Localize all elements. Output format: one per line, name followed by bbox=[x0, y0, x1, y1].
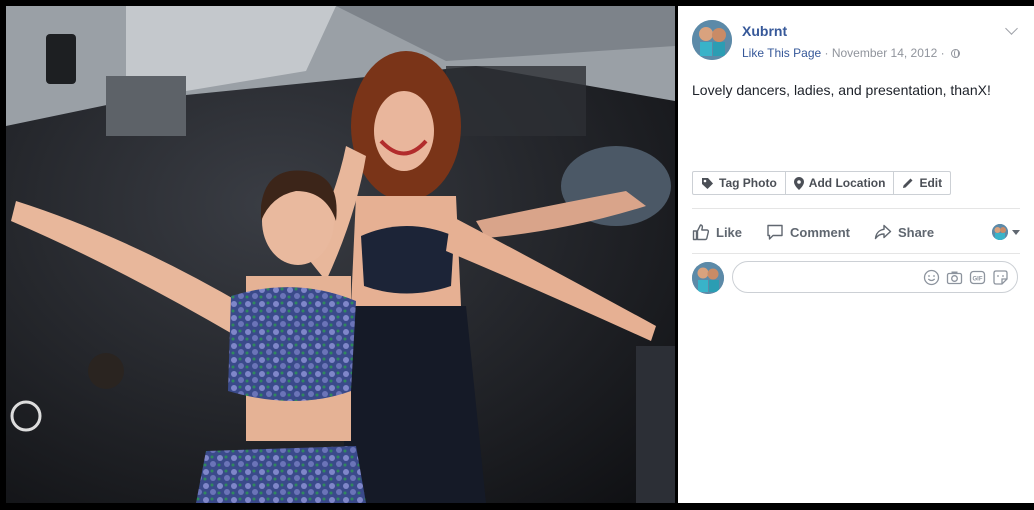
tag-photo-label: Tag Photo bbox=[719, 176, 777, 190]
edit-label: Edit bbox=[919, 176, 943, 190]
edit-button[interactable]: Edit bbox=[894, 172, 950, 194]
add-location-label: Add Location bbox=[808, 176, 886, 190]
gif-icon[interactable]: GIF bbox=[969, 269, 986, 291]
caret-down-icon bbox=[1012, 229, 1020, 235]
share-button[interactable]: Share bbox=[874, 223, 934, 241]
share-arrow-icon bbox=[874, 224, 892, 240]
comment-button[interactable]: Comment bbox=[766, 223, 850, 241]
meta-separator: · bbox=[821, 46, 832, 60]
speech-bubble-icon bbox=[767, 224, 783, 240]
comment-attachments: GIF bbox=[923, 269, 1009, 291]
divider bbox=[692, 253, 1020, 254]
post-meta: Like This Page · November 14, 2012 · bbox=[742, 46, 960, 60]
photo-actions-bar: Tag Photo Add Location Edit bbox=[692, 171, 952, 195]
photo-dancers bbox=[6, 6, 675, 503]
share-label: Share bbox=[897, 224, 935, 240]
pencil-icon bbox=[903, 178, 913, 188]
page-name-link[interactable]: Xubrnt bbox=[742, 23, 787, 39]
comment-input[interactable] bbox=[745, 268, 919, 288]
divider bbox=[692, 208, 1020, 209]
comment-composer: GIF bbox=[732, 261, 1018, 293]
comment-label: Comment bbox=[790, 224, 850, 240]
smiley-icon[interactable] bbox=[923, 269, 940, 291]
location-pin-icon bbox=[793, 176, 804, 190]
post-photo[interactable] bbox=[6, 6, 675, 503]
page-avatar[interactable] bbox=[692, 20, 732, 60]
like-page-link[interactable]: Like This Page bbox=[742, 46, 821, 60]
like-button[interactable]: Like bbox=[692, 223, 742, 241]
like-label: Like bbox=[716, 224, 743, 240]
thumbs-up-icon bbox=[692, 224, 710, 241]
post-text: Lovely dancers, ladies, and presentation… bbox=[692, 82, 991, 98]
post-sidebar: Xubrnt Like This Page · November 14, 201… bbox=[678, 6, 1034, 510]
tag-photo-button[interactable]: Tag Photo bbox=[693, 172, 786, 194]
sticker-icon[interactable] bbox=[992, 269, 1009, 291]
tag-icon bbox=[702, 177, 713, 189]
commenter-avatar-image bbox=[692, 262, 724, 294]
add-location-button[interactable]: Add Location bbox=[786, 172, 895, 194]
meta-separator-2: · bbox=[937, 46, 948, 60]
chevron-down-icon[interactable] bbox=[1005, 22, 1018, 35]
post-date[interactable]: November 14, 2012 bbox=[832, 46, 937, 60]
globe-icon[interactable] bbox=[950, 49, 960, 58]
bottom-border bbox=[678, 503, 1034, 510]
commenter-avatar[interactable] bbox=[692, 262, 724, 294]
identity-avatar bbox=[992, 224, 1008, 240]
reaction-identity-selector[interactable] bbox=[992, 224, 1020, 240]
post-actions: Like Comment Share bbox=[692, 216, 1020, 248]
svg-text:GIF: GIF bbox=[973, 276, 983, 282]
camera-icon[interactable] bbox=[946, 269, 963, 291]
identity-avatar-image bbox=[992, 224, 1008, 240]
avatar-image bbox=[692, 20, 732, 60]
